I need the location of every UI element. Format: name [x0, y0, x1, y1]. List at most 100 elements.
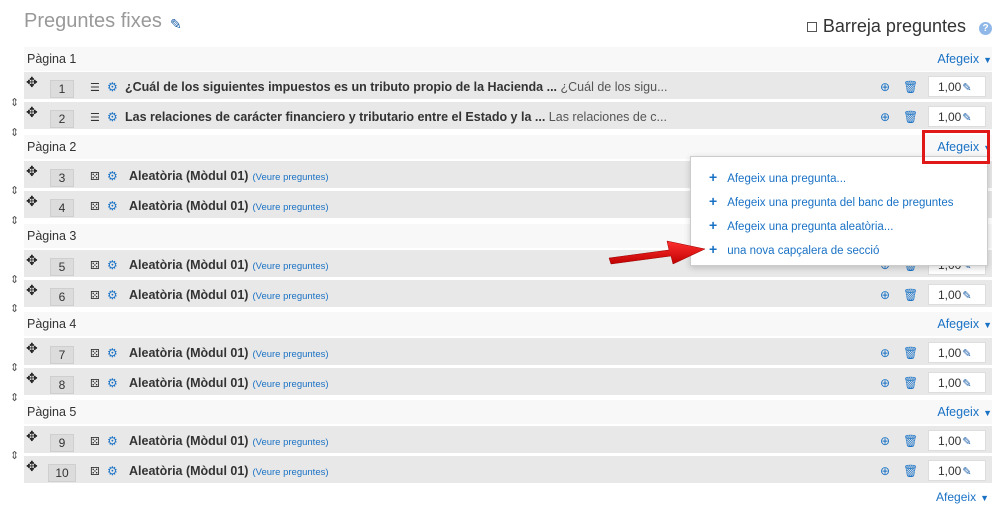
- view-questions-link[interactable]: (Veure preguntes): [252, 202, 328, 213]
- view-questions-link[interactable]: (Veure preguntes): [252, 349, 328, 360]
- view-questions-link[interactable]: (Veure preguntes): [252, 467, 328, 478]
- edit-mark-pencil-icon: ✎: [962, 348, 972, 360]
- question-text[interactable]: Aleatòria (Mòdul 01) (Veure preguntes): [129, 169, 329, 183]
- view-questions-link[interactable]: (Veure preguntes): [252, 379, 328, 390]
- question-text[interactable]: Aleatòria (Mòdul 01) (Veure preguntes): [129, 464, 329, 478]
- max-mark-field[interactable]: 1,00✎: [928, 372, 986, 393]
- delete-icon[interactable]: 🗑: [903, 434, 918, 448]
- gear-icon[interactable]: ⚙: [107, 80, 118, 94]
- question-slot: ✥ 6 ⚄ ⚙ Aleatòria (Mòdul 01) (Veure pregu…: [24, 280, 992, 308]
- question-text[interactable]: Aleatòria (Mòdul 01) (Veure preguntes): [129, 258, 329, 272]
- edit-title-pencil-icon[interactable]: ✎: [170, 16, 182, 33]
- page-heading-4: Pàgina 4 Afegeix ▼: [24, 312, 992, 336]
- help-icon[interactable]: ?: [979, 22, 992, 35]
- max-mark-field[interactable]: 1,00✎: [928, 460, 986, 481]
- add-menu-link-bottom[interactable]: Afegeix ▼: [936, 490, 989, 504]
- add-menu-link[interactable]: Afegeix ▼: [937, 317, 992, 331]
- add-random-question-item[interactable]: + Afegeix una pregunta aleatòria...: [709, 217, 893, 233]
- page-split-icon[interactable]: ⇕: [10, 98, 19, 109]
- max-mark-field[interactable]: 1,00✎: [928, 106, 986, 127]
- red-arrow-annotation: [608, 240, 706, 265]
- delete-icon[interactable]: 🗑: [903, 376, 918, 390]
- preview-zoom-icon[interactable]: ⊕: [880, 288, 890, 302]
- move-icon[interactable]: ✥: [26, 104, 38, 121]
- delete-icon[interactable]: 🗑: [903, 80, 918, 94]
- page-split-icon[interactable]: ⇕: [10, 186, 19, 197]
- move-icon[interactable]: ✥: [26, 282, 38, 299]
- delete-icon[interactable]: 🗑: [903, 288, 918, 302]
- random-dice-icon: ⚄: [90, 348, 100, 360]
- page-label: Pàgina 1: [27, 52, 77, 66]
- view-questions-link[interactable]: (Veure preguntes): [252, 172, 328, 183]
- multichoice-icon: ☰: [90, 82, 100, 94]
- preview-zoom-icon[interactable]: ⊕: [880, 464, 890, 478]
- preview-zoom-icon[interactable]: ⊕: [880, 434, 890, 448]
- random-dice-icon: ⚄: [90, 290, 100, 302]
- view-questions-link[interactable]: (Veure preguntes): [252, 437, 328, 448]
- preview-zoom-icon[interactable]: ⊕: [880, 346, 890, 360]
- page-split-icon[interactable]: ⇕: [10, 128, 19, 139]
- add-menu-link[interactable]: Afegeix ▼: [937, 52, 992, 66]
- gear-icon[interactable]: ⚙: [107, 110, 118, 124]
- gear-icon[interactable]: ⚙: [107, 169, 118, 183]
- page-split-icon[interactable]: ⇕: [10, 363, 19, 374]
- gear-icon[interactable]: ⚙: [107, 376, 118, 390]
- question-text[interactable]: Aleatòria (Mòdul 01) (Veure preguntes): [129, 376, 329, 390]
- view-questions-link[interactable]: (Veure preguntes): [252, 261, 328, 272]
- move-icon[interactable]: ✥: [26, 428, 38, 445]
- add-menu-link[interactable]: Afegeix ▼: [937, 405, 992, 419]
- gear-icon[interactable]: ⚙: [107, 434, 118, 448]
- gear-icon[interactable]: ⚙: [107, 464, 118, 478]
- move-icon[interactable]: ✥: [26, 252, 38, 269]
- page-split-icon[interactable]: ⇕: [10, 275, 19, 286]
- random-dice-icon: ⚄: [90, 378, 100, 390]
- slot-number: 1: [50, 80, 74, 98]
- gear-icon[interactable]: ⚙: [107, 288, 118, 302]
- add-section-heading-item[interactable]: + una nova capçalera de secció: [709, 241, 879, 257]
- max-mark-field[interactable]: 1,00✎: [928, 76, 986, 97]
- random-dice-icon: ⚄: [90, 201, 100, 213]
- move-icon[interactable]: ✥: [26, 163, 38, 180]
- move-icon[interactable]: ✥: [26, 458, 38, 475]
- question-text[interactable]: Las relaciones de carácter financiero y …: [125, 110, 667, 124]
- question-slot: ✥ 10 ⚄ ⚙ Aleatòria (Mòdul 01) (Veure preg…: [24, 456, 992, 484]
- move-icon[interactable]: ✥: [26, 74, 38, 91]
- gear-icon[interactable]: ⚙: [107, 199, 118, 213]
- question-text[interactable]: Aleatòria (Mòdul 01) (Veure preguntes): [129, 288, 329, 302]
- move-icon[interactable]: ✥: [26, 193, 38, 210]
- question-text[interactable]: Aleatòria (Mòdul 01) (Veure preguntes): [129, 199, 329, 213]
- delete-icon[interactable]: 🗑: [903, 110, 918, 124]
- slot-number: 6: [50, 288, 74, 306]
- random-dice-icon: ⚄: [90, 436, 100, 448]
- delete-icon[interactable]: 🗑: [903, 346, 918, 360]
- preview-zoom-icon[interactable]: ⊕: [880, 376, 890, 390]
- edit-mark-pencil-icon: ✎: [962, 436, 972, 448]
- view-questions-link[interactable]: (Veure preguntes): [252, 291, 328, 302]
- shuffle-toggle[interactable]: Barreja preguntes: [806, 16, 966, 37]
- page-split-icon[interactable]: ⇕: [10, 304, 19, 315]
- gear-icon[interactable]: ⚙: [107, 346, 118, 360]
- page-split-icon[interactable]: ⇕: [10, 393, 19, 404]
- preview-zoom-icon[interactable]: ⊕: [880, 80, 890, 94]
- page-split-icon[interactable]: ⇕: [10, 216, 19, 227]
- question-slot: ✥ 2 ☰ ⚙ Las relaciones de carácter finan…: [24, 102, 992, 130]
- preview-zoom-icon[interactable]: ⊕: [880, 110, 890, 124]
- add-from-bank-item[interactable]: + Afegeix una pregunta del banc de pregun…: [709, 193, 954, 209]
- add-question-item[interactable]: + Afegeix una pregunta...: [709, 169, 846, 185]
- delete-icon[interactable]: 🗑: [903, 464, 918, 478]
- question-slot: ✥ 1 ☰ ⚙ ¿Cuál de los siguientes impuesto…: [24, 72, 992, 100]
- gear-icon[interactable]: ⚙: [107, 258, 118, 272]
- highlight-annotation-box: [922, 130, 990, 164]
- question-text[interactable]: ¿Cuál de los siguientes impuestos es un …: [125, 80, 668, 94]
- move-icon[interactable]: ✥: [26, 370, 38, 387]
- shuffle-label: Barreja preguntes: [822, 16, 966, 36]
- question-text[interactable]: Aleatòria (Mòdul 01) (Veure preguntes): [129, 434, 329, 448]
- max-mark-field[interactable]: 1,00✎: [928, 284, 986, 305]
- question-text[interactable]: Aleatòria (Mòdul 01) (Veure preguntes): [129, 346, 329, 360]
- edit-mark-pencil-icon: ✎: [962, 82, 972, 94]
- page-split-icon[interactable]: ⇕: [10, 451, 19, 462]
- shuffle-checkbox[interactable]: [806, 21, 817, 32]
- max-mark-field[interactable]: 1,00✎: [928, 342, 986, 363]
- move-icon[interactable]: ✥: [26, 340, 38, 357]
- max-mark-field[interactable]: 1,00✎: [928, 430, 986, 451]
